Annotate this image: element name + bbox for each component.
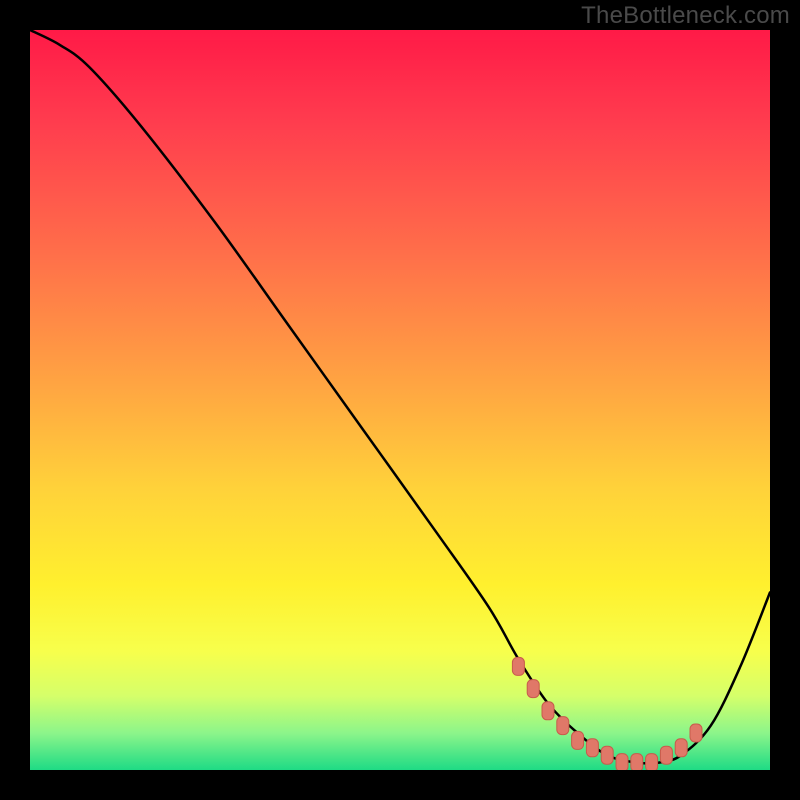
curve-marker [586, 739, 598, 757]
watermark-text: TheBottleneck.com [581, 2, 790, 30]
curve-marker [512, 657, 524, 675]
curve-marker [557, 717, 569, 735]
curve-marker [601, 746, 613, 764]
curve-marker [572, 731, 584, 749]
curve-marker [675, 739, 687, 757]
curve-marker [660, 746, 672, 764]
curve-marker [631, 754, 643, 772]
gradient-background [30, 30, 770, 770]
chart-svg [0, 0, 800, 800]
curve-marker [690, 724, 702, 742]
curve-marker [646, 754, 658, 772]
chart-container: TheBottleneck.com [0, 0, 800, 800]
curve-marker [527, 680, 539, 698]
curve-marker [542, 702, 554, 720]
curve-marker [616, 754, 628, 772]
